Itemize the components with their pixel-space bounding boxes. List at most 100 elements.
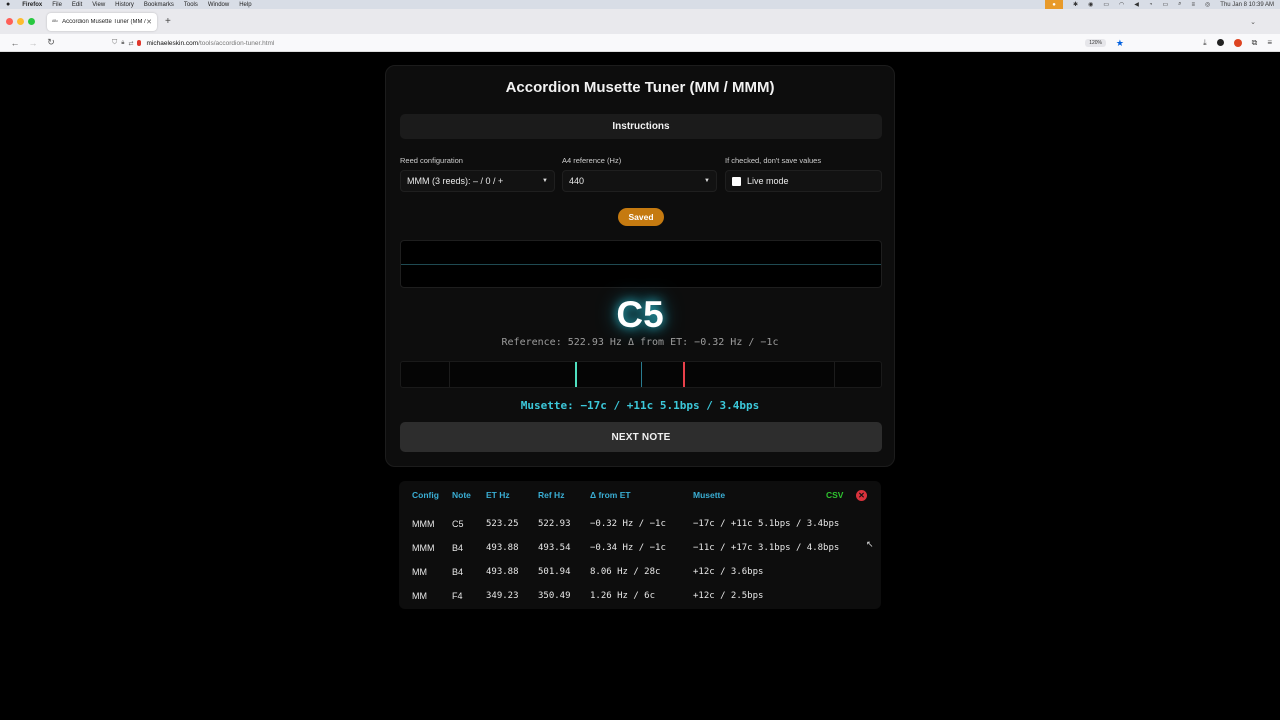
menu-view[interactable]: View: [92, 2, 105, 8]
col-header-note: Note: [452, 490, 471, 500]
cell-et-hz: 493.88: [486, 567, 519, 577]
cell-musette: +12c / 2.5bps: [693, 591, 764, 601]
next-note-button[interactable]: NEXT NOTE: [400, 422, 882, 452]
url-path: /tools/accordion-tuner.html: [198, 39, 275, 47]
live-mode-toggle[interactable]: Live mode: [725, 170, 882, 192]
reed-config-select[interactable]: MMM (3 reeds): – / 0 / + ▼: [400, 170, 555, 192]
permissions-icon[interactable]: ⇄: [128, 40, 133, 47]
tracking-protection-icon[interactable]: ⛉: [112, 39, 117, 47]
zoom-indicator[interactable]: 120%: [1085, 39, 1106, 47]
window-controls: [6, 18, 35, 25]
menu-file[interactable]: File: [52, 2, 62, 8]
cents-meter: [400, 361, 882, 388]
cell-config: MMM: [412, 543, 435, 553]
cell-delta: 8.06 Hz / 28c: [590, 567, 661, 577]
new-tab-button[interactable]: +: [165, 16, 171, 27]
microphone-permission-icon[interactable]: [137, 40, 142, 46]
wifi-icon[interactable]: ◠: [1119, 1, 1124, 8]
microphone-in-use-icon[interactable]: ●: [1045, 0, 1064, 9]
cell-note: C5: [452, 519, 464, 529]
battery-icon[interactable]: ▭: [1162, 1, 1168, 8]
back-button[interactable]: ←: [6, 38, 24, 48]
chevron-down-icon: ▼: [704, 178, 710, 184]
cell-note: F4: [452, 591, 463, 601]
waveform-line: [401, 264, 881, 265]
musette-readout: Musette: −17c / +11c 5.1bps / 3.4bps: [520, 399, 760, 412]
forward-button[interactable]: →: [24, 38, 42, 48]
extensions-puzzle-icon[interactable]: ⧉: [1252, 38, 1258, 48]
page-content: Accordion Musette Tuner (MM / MMM) Instr…: [0, 53, 1280, 720]
app-menu-icon[interactable]: ≡: [1267, 38, 1272, 47]
menu-bookmarks[interactable]: Bookmarks: [144, 2, 174, 8]
minimize-window-button[interactable]: [17, 18, 24, 25]
table-row: MMM C5 523.25 522.93 −0.32 Hz / −1c −17c…: [399, 519, 881, 537]
control-center-icon[interactable]: ≡: [1192, 2, 1196, 8]
reed-config-label: Reed configuration: [400, 156, 463, 165]
browser-navbar: ← → ↻ ⛉ 🔒︎ ⇄ michaeleskin.com /tools/acc…: [0, 34, 1280, 52]
cell-musette: −17c / +11c 5.1bps / 3.4bps: [693, 519, 840, 529]
bluetooth-icon[interactable]: ✱: [1073, 1, 1078, 8]
cell-ref-hz: 522.93: [538, 519, 571, 529]
menu-help[interactable]: Help: [239, 2, 251, 8]
saved-badge: Saved: [618, 208, 664, 226]
clear-history-button[interactable]: ✕: [856, 490, 867, 501]
cell-ref-hz: 350.49: [538, 591, 571, 601]
downloads-icon[interactable]: ⤓: [1203, 38, 1207, 48]
meter-marker-center: [641, 362, 642, 387]
menu-edit[interactable]: Edit: [72, 2, 82, 8]
live-mode-checkbox[interactable]: [732, 176, 741, 186]
menu-tools[interactable]: Tools: [184, 2, 198, 8]
reed-config-value: MMM (3 reeds): – / 0 / +: [407, 176, 504, 186]
extension-red-icon[interactable]: [1233, 38, 1242, 47]
lock-icon[interactable]: 🔒︎: [121, 40, 124, 47]
record-icon[interactable]: ◉: [1088, 1, 1093, 8]
reload-button[interactable]: ↻: [42, 37, 60, 48]
a4-reference-value: 440: [569, 176, 585, 186]
cell-config: MM: [412, 567, 427, 577]
time-machine-icon[interactable]: ◔: [1149, 2, 1153, 8]
search-icon[interactable]: ⌕: [1178, 1, 1181, 8]
menu-window[interactable]: Window: [208, 2, 229, 8]
url-host: michaeleskin.com: [146, 39, 199, 47]
live-mode-label: Live mode: [747, 176, 789, 186]
menubar-clock[interactable]: Thu Jan 8 10:39 AM: [1220, 2, 1274, 8]
apple-menu-icon[interactable]: ●: [6, 1, 10, 8]
menu-app-name[interactable]: Firefox: [22, 2, 42, 8]
col-header-config: Config: [412, 490, 439, 500]
col-header-delta: Δ from ET: [590, 490, 631, 500]
table-row: MMM B4 493.88 493.54 −0.34 Hz / −1c −11c…: [399, 543, 881, 561]
close-window-button[interactable]: [6, 18, 13, 25]
cell-delta: −0.32 Hz / −1c: [590, 519, 666, 529]
csv-export-button[interactable]: CSV: [826, 490, 843, 500]
a4-reference-label: A4 reference (Hz): [562, 156, 622, 165]
browser-tabstrip: ᴬᴮᶜ Accordion Musette Tuner (MM / ✕ + ⌄: [0, 9, 1280, 34]
mouse-cursor-icon: ↖: [866, 539, 874, 549]
history-table: Config Note ET Hz Ref Hz Δ from ET Muset…: [399, 481, 881, 609]
meter-divider: [834, 362, 835, 387]
extension-icon[interactable]: [1216, 39, 1224, 46]
siri-icon[interactable]: ◎: [1205, 1, 1210, 8]
cell-et-hz: 523.25: [486, 519, 519, 529]
cell-delta: −0.34 Hz / −1c: [590, 543, 666, 553]
page-title: Accordion Musette Tuner (MM / MMM): [505, 79, 775, 96]
meter-marker-low: [575, 362, 577, 387]
col-header-et-hz: ET Hz: [486, 490, 510, 500]
a4-reference-select[interactable]: 440 ▼: [562, 170, 717, 192]
table-row: MM F4 349.23 350.49 1.26 Hz / 6c +12c / …: [399, 591, 881, 609]
cell-ref-hz: 493.54: [538, 543, 571, 553]
instructions-button[interactable]: Instructions: [400, 114, 882, 139]
cell-delta: 1.26 Hz / 6c: [590, 591, 656, 601]
browser-tab-active[interactable]: ᴬᴮᶜ Accordion Musette Tuner (MM / ✕: [47, 12, 157, 31]
cell-note: B4: [452, 543, 464, 553]
maximize-window-button[interactable]: [28, 18, 35, 25]
bookmark-star-icon[interactable]: ★: [1116, 38, 1124, 49]
menu-history[interactable]: History: [115, 2, 134, 8]
list-all-tabs-icon[interactable]: ⌄: [1250, 18, 1256, 26]
detected-note: C5: [616, 294, 664, 335]
volume-icon[interactable]: ◀: [1134, 1, 1139, 8]
display-icon[interactable]: ▭: [1103, 1, 1109, 8]
table-row: MM B4 493.88 501.94 8.06 Hz / 28c +12c /…: [399, 567, 881, 585]
tab-close-icon[interactable]: ✕: [146, 18, 152, 26]
url-bar[interactable]: ⛉ 🔒︎ ⇄ michaeleskin.com /tools/accordion…: [112, 36, 1132, 50]
macos-menubar: ● Firefox File Edit View History Bookmar…: [0, 0, 1280, 9]
